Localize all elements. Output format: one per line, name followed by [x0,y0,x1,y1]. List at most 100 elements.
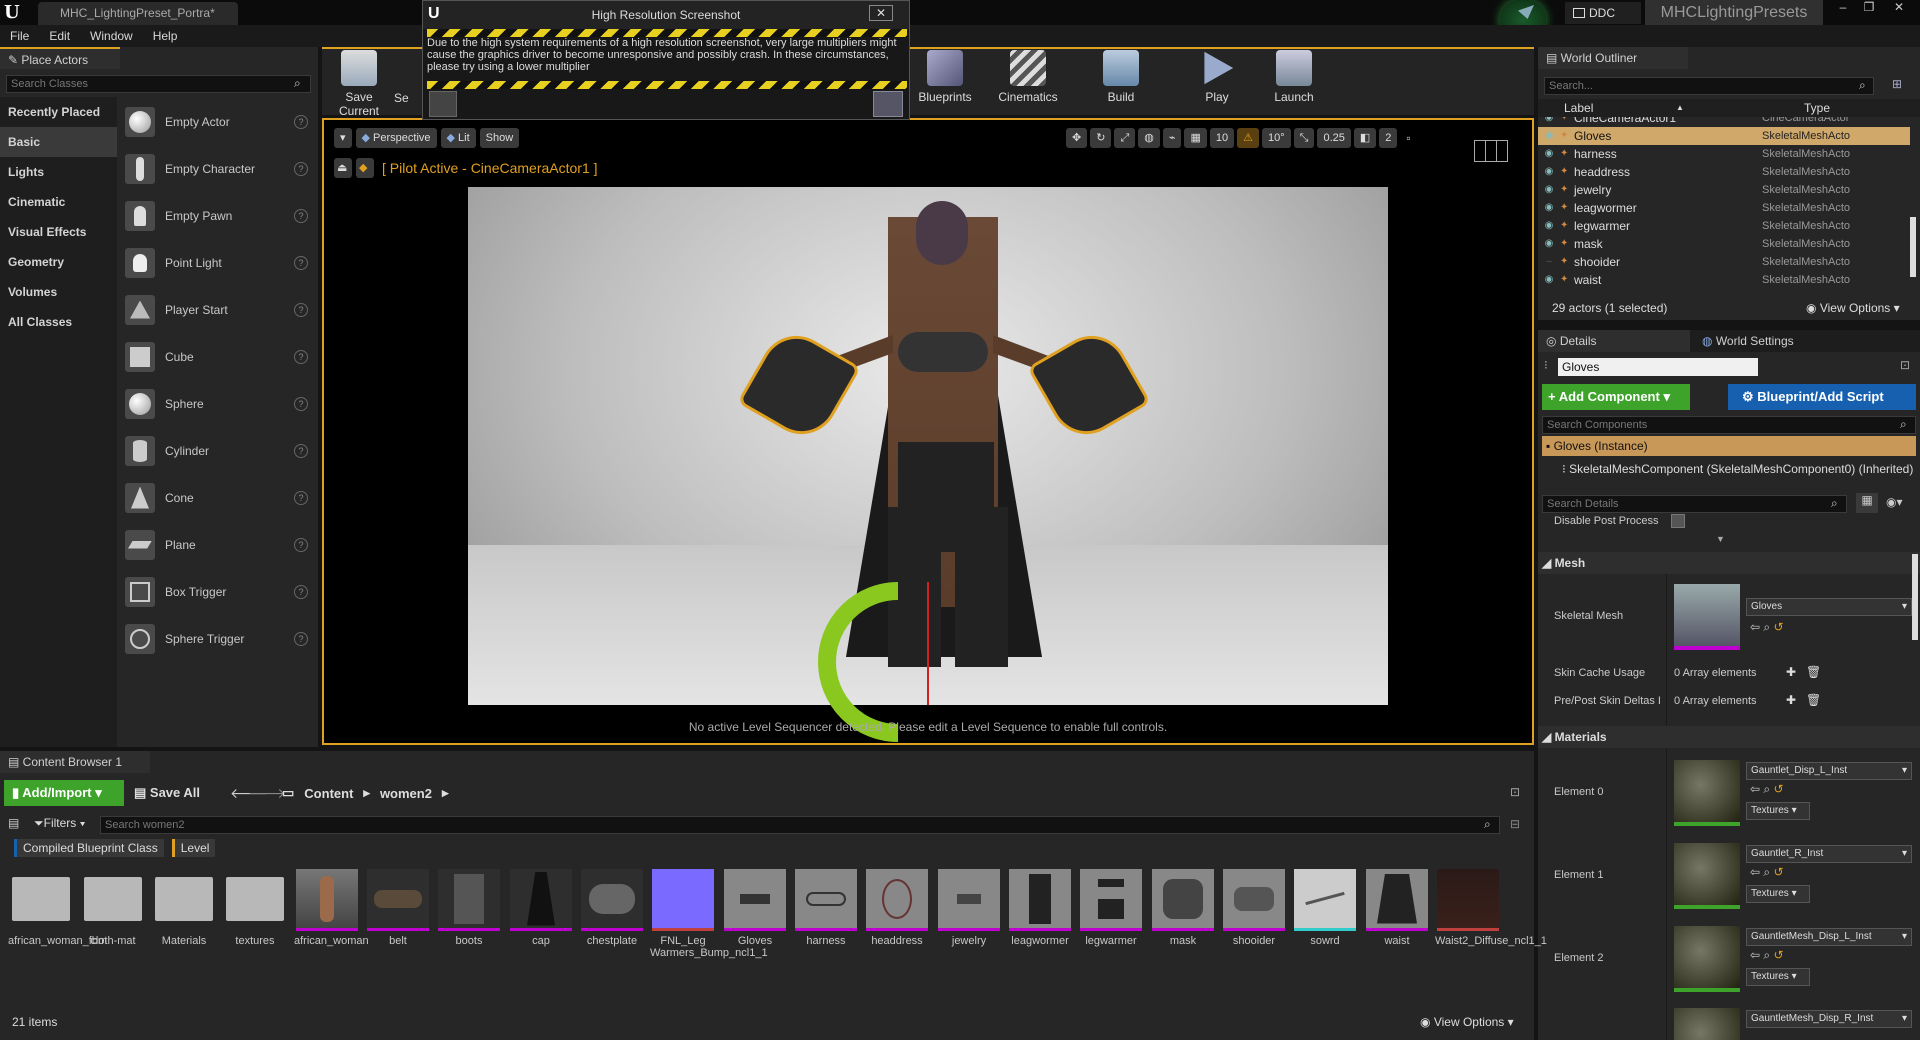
grid-view-icon[interactable]: ▦ [1856,493,1878,513]
browse-icon[interactable]: ⌕ [1763,782,1770,796]
outliner-row[interactable]: ◉ ✦ mask SkeletalMeshActo [1538,235,1910,253]
perspective-button[interactable]: ◆ Perspective [355,128,437,148]
menu-edit[interactable]: Edit [39,25,80,47]
visibility-icon[interactable]: ◉ [1538,235,1560,253]
folder-item[interactable]: textures [222,869,288,947]
folder-item[interactable]: african_woman_fbm [8,869,107,947]
asset-item[interactable]: waist [1364,869,1430,947]
asset-item[interactable]: boots [436,869,502,947]
details-scrollbar[interactable] [1912,554,1918,640]
asset-item[interactable]: chestplate [579,869,645,947]
category-visual-effects[interactable]: Visual Effects [0,217,117,247]
reset-icon[interactable]: ↺ [1773,620,1783,634]
help-icon[interactable]: ? [294,537,308,552]
content-browser-tab[interactable]: ▤ Content Browser 1 [0,751,150,773]
rotation-snap-icon[interactable]: ⚠ [1237,128,1260,148]
filters-button[interactable]: ⏷Filters ▾ [34,816,85,831]
category-all-classes[interactable]: All Classes [0,307,117,337]
use-selected-icon[interactable]: ⇦ [1750,620,1760,634]
scale-snap-icon[interactable]: ⤡ [1293,128,1315,148]
blueprint-script-button[interactable]: ⚙ Blueprint/Add Script [1728,384,1916,410]
category-recently-placed[interactable]: Recently Placed [0,97,117,127]
eject-icon[interactable]: ⏏ [334,158,352,178]
reset-icon[interactable]: ↺ [1773,865,1783,879]
skin-cache-delete-icon[interactable]: 🗑 [1806,665,1821,679]
level-tab[interactable]: MHC_LightingPreset_Portra* [38,2,238,25]
search-components-input[interactable]: Search Components [1542,416,1916,434]
use-selected-icon[interactable]: ⇦ [1750,948,1760,962]
help-icon[interactable]: ? [294,584,308,599]
material-dropdown[interactable]: GauntletMesh_Disp_R_Inst ▾ [1746,1010,1912,1028]
add-actor-icon[interactable]: ⊞ [1892,77,1902,91]
menu-help[interactable]: Help [143,25,188,47]
asset-item[interactable]: headdress [864,869,930,947]
visibility-icon[interactable]: ◉ [1538,145,1560,163]
asset-item[interactable]: sowrd [1292,869,1358,947]
material-dropdown[interactable]: Gauntlet_R_Inst ▾ [1746,845,1912,863]
outliner-scrollbar[interactable] [1910,217,1916,277]
filter-chip-level[interactable]: Level [171,839,216,857]
cinematics-button[interactable]: Cinematics [993,50,1063,104]
category-basic[interactable]: Basic [0,127,117,157]
unreal-logo-icon[interactable]: U [4,2,20,23]
visibility-icon[interactable]: ◉ [1538,127,1560,145]
outliner-row[interactable]: ◉ ✦ CineCameraActor1 CineCameraActor [1538,117,1910,127]
actor-point-light[interactable]: Point Light? [117,239,318,286]
take-screenshot-icon[interactable] [873,91,903,117]
help-icon[interactable]: ? [294,208,308,223]
cb-lock-icon[interactable]: ⊡ [1510,785,1520,799]
reset-icon[interactable]: ↺ [1773,948,1783,962]
prepost-add-icon[interactable]: ✚ [1786,693,1796,707]
material-thumbnail[interactable] [1674,843,1740,909]
help-icon[interactable]: ? [294,396,308,411]
details-tab[interactable]: ◎ Details [1538,330,1690,352]
actor-cone[interactable]: Cone? [117,474,318,521]
outliner-row[interactable]: ◉ ✦ jewelry SkeletalMeshActo [1538,181,1910,199]
scale-value[interactable]: 0.25 [1317,128,1351,148]
grid-snap-icon[interactable]: ▦ [1184,128,1207,148]
camera-speed-icon[interactable]: ◧ [1353,128,1377,148]
cb-view-options[interactable]: ◉ View Options ▾ [1420,1015,1514,1029]
help-icon[interactable]: ? [294,349,308,364]
help-icon[interactable]: ? [294,302,308,317]
actor-empty-actor[interactable]: Empty Actor? [117,98,318,145]
skin-cache-add-icon[interactable]: ✚ [1786,665,1796,679]
actor-empty-character[interactable]: Empty Character? [117,145,318,192]
component-instance-row[interactable]: ▪ Gloves (Instance) [1542,436,1916,456]
show-button[interactable]: Show [479,128,520,148]
use-selected-icon[interactable]: ⇦ [1750,782,1760,796]
browse-icon[interactable]: ⌕ [1763,620,1770,634]
menu-file[interactable]: File [0,25,39,47]
scene-render[interactable] [468,187,1388,742]
place-actors-tab[interactable]: ✎ Place Actors [0,47,120,69]
visibility-icon[interactable]: ◉ [1538,181,1560,199]
source-control-button[interactable]: Se [394,91,420,105]
angle-value[interactable]: 10° [1262,128,1291,148]
asset-item[interactable]: african_woman [294,869,369,947]
visibility-filter-icon[interactable]: ◉▾ [1886,495,1903,509]
texture-item[interactable]: FNL_Leg Warmers_Bump_ncl1_1 [650,869,768,959]
minimize-button[interactable]: – [1830,0,1856,16]
reset-icon[interactable]: ↺ [1773,782,1783,796]
layout-icon[interactable] [1474,140,1508,162]
asset-item[interactable]: shooider [1221,869,1287,947]
search-women2-input[interactable]: Search women2 [100,816,1500,834]
asset-item[interactable]: jewelry [936,869,1002,947]
visibility-icon[interactable]: ◉ [1538,271,1560,285]
expand-arrow-icon[interactable]: ▼ [1716,534,1725,544]
category-lights[interactable]: Lights [0,157,117,187]
category-volumes[interactable]: Volumes [0,277,117,307]
visibility-icon[interactable]: ◉ [1538,163,1560,181]
browse-icon[interactable]: ⌕ [1763,948,1770,962]
world-outliner-tab[interactable]: ▤ World Outliner [1538,47,1688,69]
ddc-indicator[interactable]: DDC [1565,2,1641,24]
actor-cube[interactable]: Cube? [117,333,318,380]
world-icon[interactable]: ◍ [1138,128,1160,148]
material-thumbnail[interactable] [1674,1008,1740,1040]
visibility-icon[interactable]: – [1538,253,1560,271]
actor-sphere-trigger[interactable]: Sphere Trigger? [117,615,318,662]
search-details-input[interactable]: Search Details [1542,495,1847,513]
outliner-row[interactable]: ◉ ✦ waist SkeletalMeshActo [1538,271,1910,285]
textures-dropdown[interactable]: Textures ▾ [1746,802,1810,820]
material-dropdown[interactable]: GauntletMesh_Disp_L_Inst ▾ [1746,928,1912,946]
